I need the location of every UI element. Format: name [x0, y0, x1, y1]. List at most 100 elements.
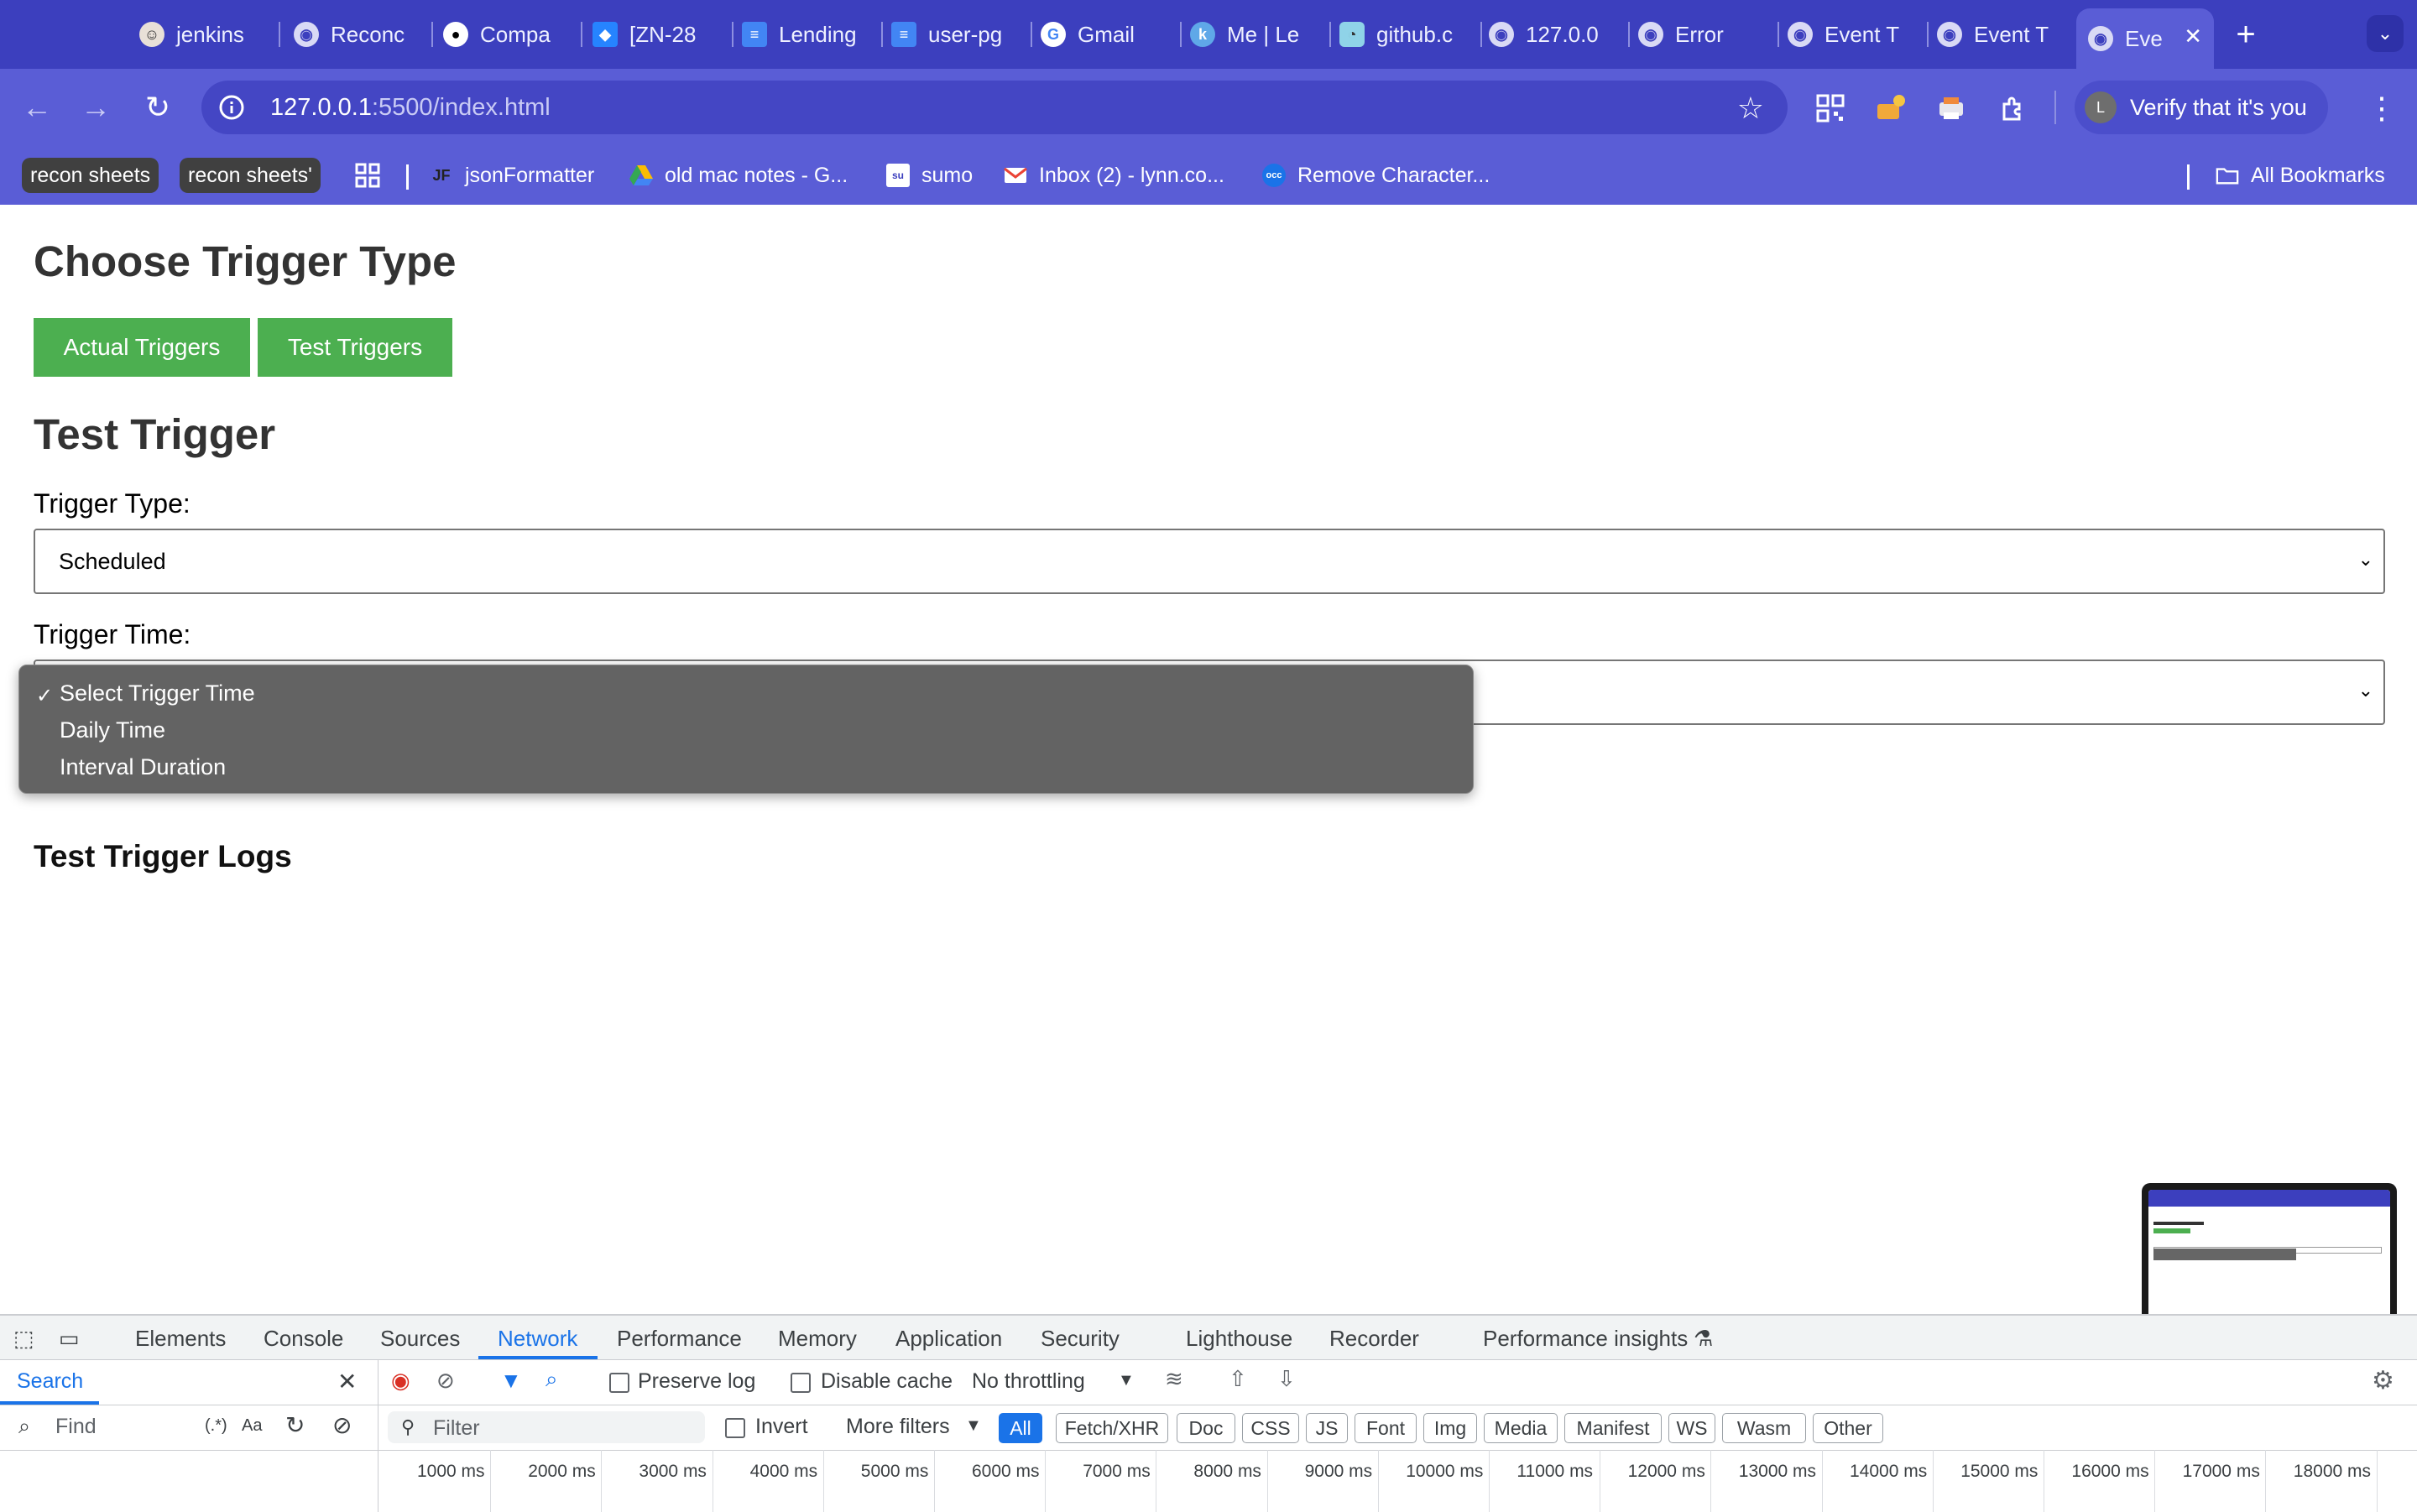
tab-security[interactable]: Security	[1041, 1326, 1120, 1352]
browser-tab[interactable]: k Me | Le	[1190, 10, 1331, 59]
tab-recorder[interactable]: Recorder	[1329, 1326, 1419, 1352]
actual-triggers-button[interactable]: Actual Triggers	[34, 318, 250, 377]
device-toggle-icon[interactable]: ▭	[59, 1326, 80, 1352]
settings-gear-icon[interactable]: ⚙	[2372, 1366, 2394, 1395]
bookmark-recon-sheets-2[interactable]: recon sheets'	[180, 158, 321, 193]
globe-icon: ◉	[2088, 26, 2113, 51]
globe-icon: ◉	[1489, 22, 1514, 47]
clear-icon[interactable]: ⊘	[436, 1368, 455, 1394]
site-info-icon[interactable]	[215, 91, 248, 124]
bookmark-inbox[interactable]: Inbox (2) - lynn.co...	[1004, 158, 1224, 193]
filter-chip-all[interactable]: All	[999, 1413, 1042, 1443]
clear-search-icon[interactable]: ⊘	[332, 1411, 352, 1439]
filter-chip-other[interactable]: Other	[1813, 1413, 1883, 1443]
preserve-log-checkbox[interactable]	[609, 1373, 629, 1393]
import-har-icon[interactable]: ⇧	[1229, 1366, 1247, 1392]
filter-chip-manifest[interactable]: Manifest	[1564, 1413, 1662, 1443]
address-bar[interactable]: 127.0.0.1:5500/index.html ☆	[201, 81, 1788, 134]
all-bookmarks-button[interactable]: All Bookmarks	[2216, 158, 2385, 193]
throttling-select[interactable]: No throttling	[972, 1369, 1085, 1394]
funnel-icon: ⚲	[401, 1416, 415, 1437]
tab-application[interactable]: Application	[895, 1326, 1002, 1352]
timeline-tick-label: 14000 ms	[1850, 1462, 1928, 1481]
browser-tab[interactable]: ◉ Reconc	[294, 10, 433, 59]
tab-search-chevron-icon[interactable]: ⌄	[2367, 15, 2404, 52]
browser-tab[interactable]: ◆ [ZN-28	[593, 10, 733, 59]
inspect-element-icon[interactable]: ⬚	[13, 1326, 34, 1352]
browser-tab[interactable]: G Gmail	[1041, 10, 1182, 59]
tab-network[interactable]: Network	[498, 1326, 577, 1352]
apps-grid-icon[interactable]	[354, 158, 381, 193]
filter-chip-wasm[interactable]: Wasm	[1722, 1413, 1806, 1443]
option-interval-duration[interactable]: Interval Duration	[60, 754, 226, 780]
browser-tab[interactable]: ● Compa	[443, 10, 582, 59]
google-drive-icon	[629, 164, 653, 187]
back-arrow-icon[interactable]: ←	[17, 87, 57, 128]
reload-icon[interactable]: ↻	[138, 87, 178, 128]
more-filters-button[interactable]: More filters	[846, 1415, 950, 1439]
bookmarks-bar: recon sheets recon sheets' JF jsonFormatt…	[0, 146, 2417, 205]
disable-cache-checkbox[interactable]	[791, 1373, 811, 1393]
bookmark-sumo[interactable]: su sumo	[886, 158, 973, 193]
browser-tab[interactable]: ≡ Lending	[742, 10, 883, 59]
option-daily-time[interactable]: Daily Time	[60, 717, 165, 743]
tab-elements[interactable]: Elements	[135, 1326, 226, 1352]
filter-chip-media[interactable]: Media	[1484, 1413, 1558, 1443]
close-search-icon[interactable]: ✕	[337, 1368, 357, 1395]
bookmark-star-icon[interactable]: ☆	[1737, 91, 1764, 126]
browser-tab[interactable]: ◉ Event T	[1937, 10, 2078, 59]
checkmark-icon: ✓	[36, 685, 54, 707]
search-icon[interactable]: ⌕	[546, 1366, 558, 1393]
export-har-icon[interactable]: ⇩	[1277, 1366, 1296, 1392]
bookmark-recon-sheets[interactable]: recon sheets	[22, 158, 159, 193]
browser-tab-active[interactable]: ◉ Eve ✕	[2076, 8, 2214, 69]
search-tab-label[interactable]: Search	[17, 1369, 83, 1394]
browser-tab[interactable]: ◉ Event T	[1788, 10, 1929, 59]
filter-chip-js[interactable]: JS	[1306, 1413, 1348, 1443]
forward-arrow-icon[interactable]: →	[76, 87, 116, 128]
browser-tab[interactable]: ≡ user-pg	[891, 10, 1032, 59]
filter-chip-css[interactable]: CSS	[1242, 1413, 1299, 1443]
tab-performance[interactable]: Performance	[617, 1326, 742, 1352]
tab-lighthouse[interactable]: Lighthouse	[1186, 1326, 1292, 1352]
regex-toggle[interactable]: (.*)	[205, 1416, 227, 1436]
extension-notification-icon[interactable]	[1873, 91, 1908, 126]
option-select-trigger-time[interactable]: Select Trigger Time	[60, 680, 255, 706]
tab-sources[interactable]: Sources	[380, 1326, 460, 1352]
filter-input[interactable]: ⚲ Filter	[388, 1411, 705, 1443]
k-icon: k	[1190, 22, 1215, 47]
trigger-time-dropdown: ✓ Select Trigger Time Daily Time Interva…	[18, 665, 1474, 794]
browser-tab[interactable]: ◉ Error	[1638, 10, 1779, 59]
test-triggers-button[interactable]: Test Triggers	[258, 318, 452, 377]
tab-performance-insights[interactable]: Performance insights	[1483, 1326, 1688, 1352]
tab-memory[interactable]: Memory	[778, 1326, 857, 1352]
trigger-type-select[interactable]: Scheduled ⌄	[34, 529, 2385, 594]
browser-menu-icon[interactable]: ⋮	[2365, 87, 2399, 129]
timeline-gridline	[1377, 1450, 1379, 1512]
bookmark-old-mac-notes[interactable]: old mac notes - G...	[629, 158, 848, 193]
close-tab-icon[interactable]: ✕	[2184, 23, 2202, 50]
find-input[interactable]: Find	[55, 1415, 97, 1439]
browser-tab[interactable]: ◔ github.c	[1339, 10, 1482, 59]
tab-console[interactable]: Console	[264, 1326, 343, 1352]
new-tab-button[interactable]: +	[2229, 12, 2263, 57]
filter-chip-ws[interactable]: WS	[1668, 1413, 1715, 1443]
filter-chip-img[interactable]: Img	[1423, 1413, 1477, 1443]
extensions-puzzle-icon[interactable]	[1996, 91, 2031, 126]
filter-chip-font[interactable]: Font	[1355, 1413, 1417, 1443]
invert-checkbox[interactable]	[725, 1418, 745, 1438]
extension-printer-icon[interactable]	[1934, 91, 1969, 126]
record-stop-icon[interactable]: ◉	[391, 1368, 410, 1394]
refresh-search-icon[interactable]: ↻	[285, 1411, 305, 1439]
filter-chip-fetch-xhr[interactable]: Fetch/XHR	[1056, 1413, 1168, 1443]
network-conditions-icon[interactable]: ≋	[1165, 1366, 1183, 1392]
qr-code-icon[interactable]	[1813, 91, 1848, 126]
profile-verify-button[interactable]: L Verify that it's you	[2075, 81, 2328, 134]
browser-tab[interactable]: ◉ 127.0.0	[1489, 10, 1630, 59]
filter-chip-doc[interactable]: Doc	[1177, 1413, 1235, 1443]
bookmark-jsonformatter[interactable]: JF jsonFormatter	[430, 158, 594, 193]
match-case-toggle[interactable]: Aa	[242, 1416, 262, 1436]
bookmark-remove-character[interactable]: occ Remove Character...	[1262, 158, 1490, 193]
filter-icon[interactable]: ▼	[500, 1368, 522, 1394]
browser-tab[interactable]: ☺ jenkins	[139, 10, 280, 59]
